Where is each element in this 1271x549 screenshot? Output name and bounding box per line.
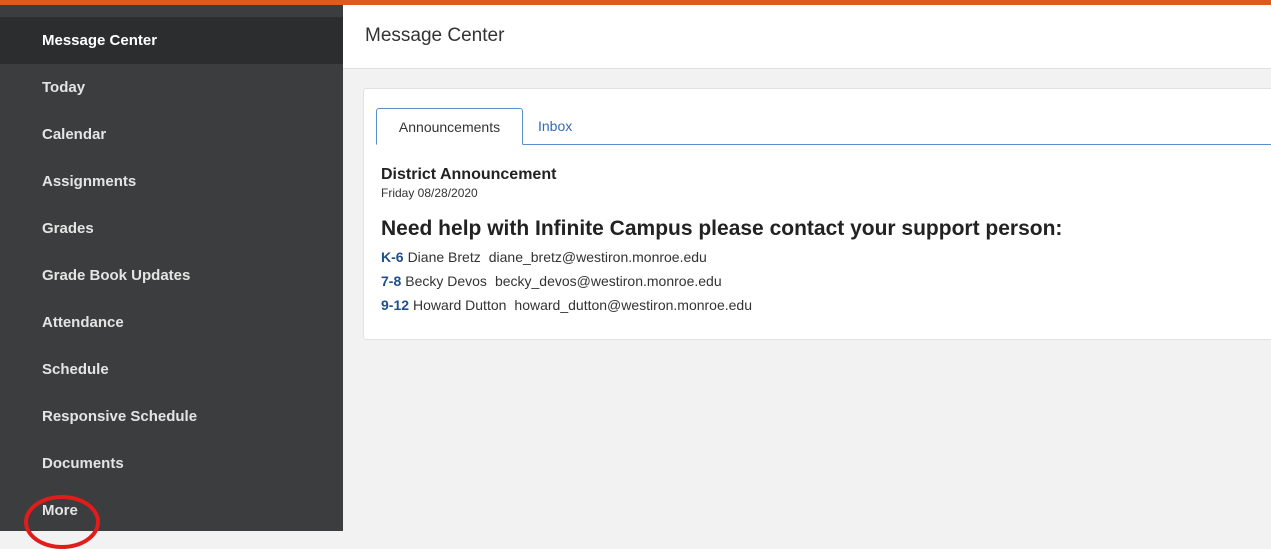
contact-line: K-6 Diane Bretz diane_bretz@westiron.monro… [381, 249, 707, 265]
sidebar-item-schedule[interactable]: Schedule [0, 346, 343, 393]
sidebar-item-attendance[interactable]: Attendance [0, 299, 343, 346]
contact-grade: K-6 [381, 249, 404, 265]
contact-email: howard_dutton@westiron.monroe.edu [514, 297, 752, 313]
tab-announcements[interactable]: Announcements [376, 108, 523, 145]
contact-email: diane_bretz@westiron.monroe.edu [488, 249, 707, 265]
announcement-heading: Need help with Infinite Campus please co… [381, 217, 1063, 240]
sidebar-item-calendar[interactable]: Calendar [0, 111, 343, 158]
contact-grade: 7-8 [381, 273, 402, 289]
contact-email: becky_devos@westiron.monroe.edu [494, 273, 722, 289]
message-card: Announcements Inbox District Announcemen… [363, 88, 1271, 340]
contact-name: Diane Bretz [407, 249, 481, 265]
main-content: Message Center Announcements Inbox Distr… [343, 5, 1271, 531]
sidebar-item-message-center[interactable]: Message Center [0, 17, 343, 64]
more-highlight-circle [24, 495, 100, 549]
contact-line: 9-12 Howard Dutton howard_dutton@westiron.… [381, 297, 752, 313]
announcement-date: Friday 08/28/2020 [381, 186, 478, 200]
contact-line: 7-8 Becky Devos becky_devos@westiron.monro… [381, 273, 722, 289]
page-header: Message Center [343, 5, 1271, 69]
sidebar-item-assignments[interactable]: Assignments [0, 158, 343, 205]
sidebar-nav: Message Center Today Calendar Assignment… [0, 5, 343, 531]
announcement-title: District Announcement [381, 166, 557, 183]
sidebar-item-responsive-schedule[interactable]: Responsive Schedule [0, 393, 343, 440]
tab-inbox[interactable]: Inbox [538, 108, 572, 145]
sidebar-item-today[interactable]: Today [0, 64, 343, 111]
sidebar-item-grade-book-updates[interactable]: Grade Book Updates [0, 252, 343, 299]
contact-grade: 9-12 [381, 297, 410, 313]
sidebar-item-documents[interactable]: Documents [0, 440, 343, 487]
contact-name: Becky Devos [405, 273, 487, 289]
page-title: Message Center [365, 25, 505, 46]
sidebar-item-grades[interactable]: Grades [0, 205, 343, 252]
contact-name: Howard Dutton [413, 297, 507, 313]
